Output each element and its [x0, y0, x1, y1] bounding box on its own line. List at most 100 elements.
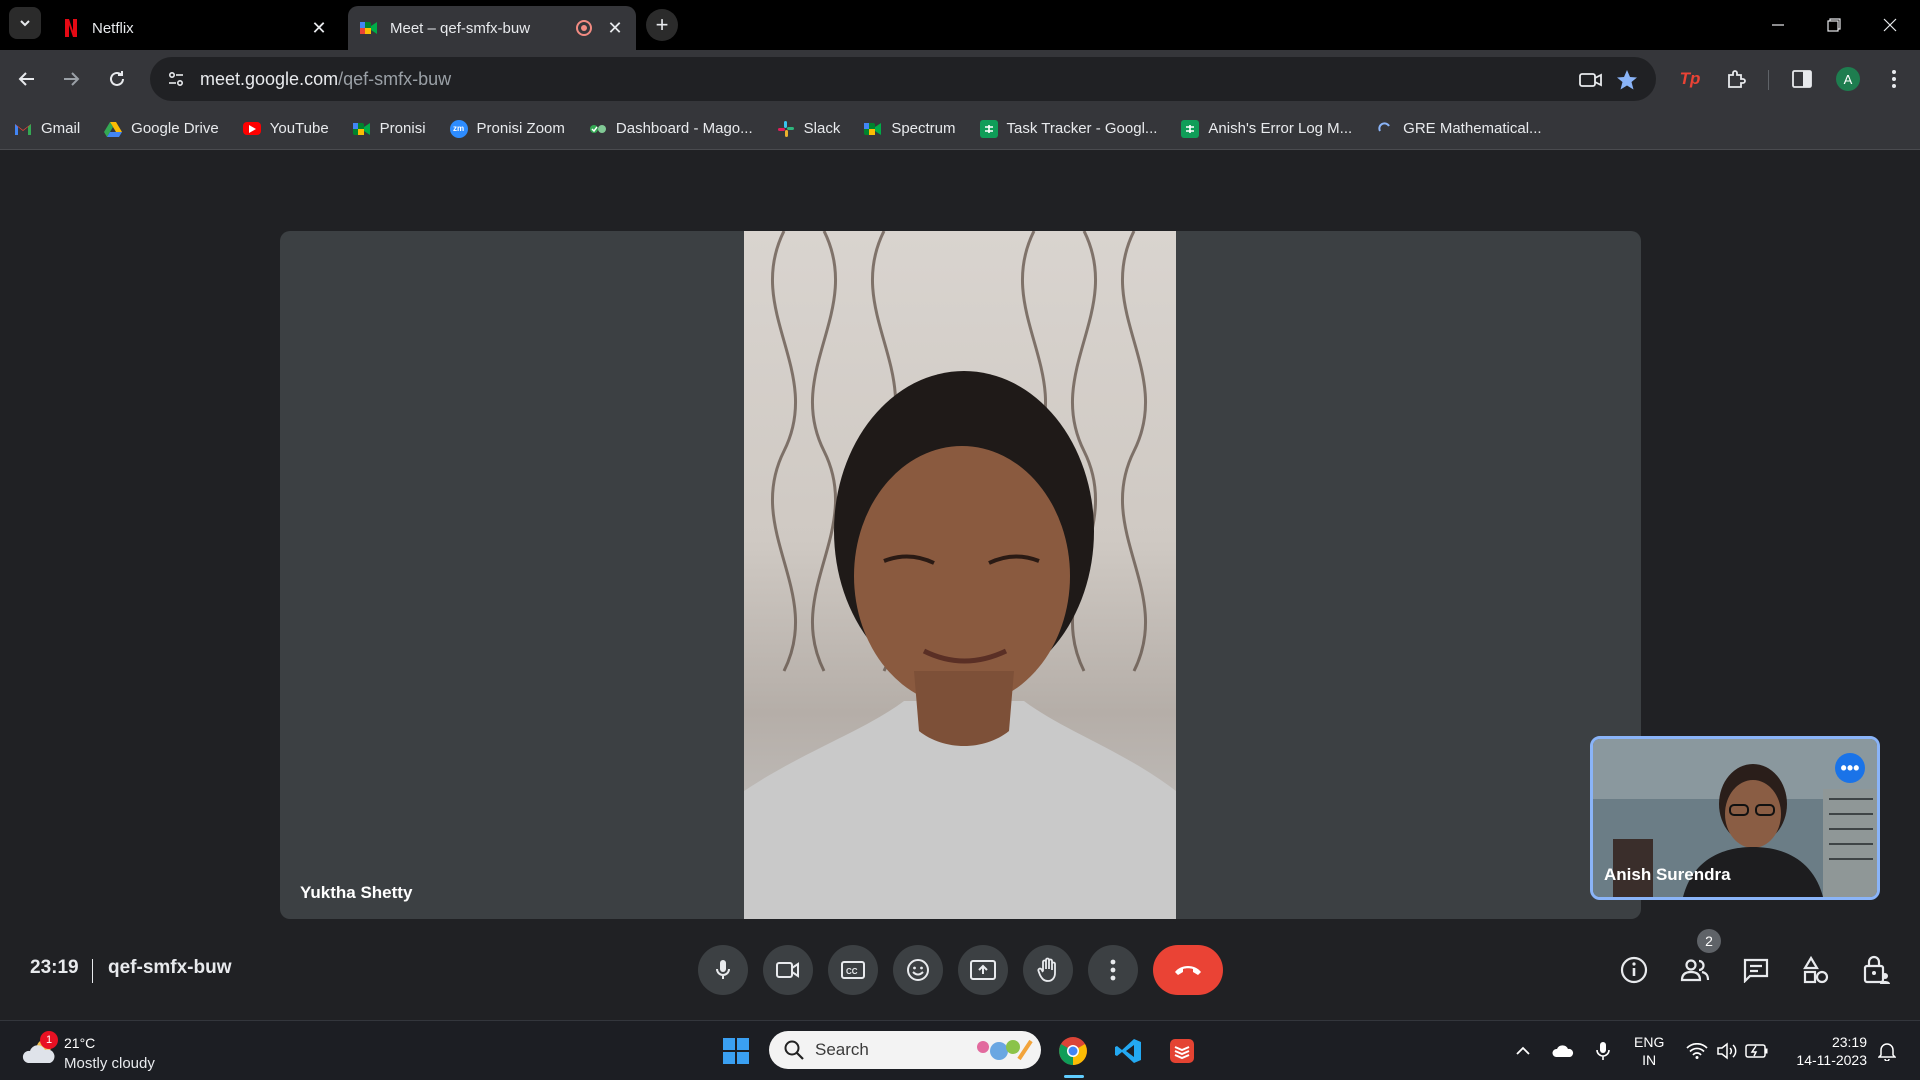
google-sheets-icon [979, 119, 998, 138]
system-clock[interactable]: 23:19 14-11-2023 [1785, 1033, 1867, 1069]
profile-initial: A [1836, 67, 1860, 91]
camera-in-use-icon[interactable] [1578, 67, 1604, 93]
activities-button[interactable] [1794, 948, 1838, 992]
extension-tp-icon[interactable]: Tp [1674, 63, 1706, 95]
search-label: Search [815, 1040, 869, 1059]
bookmark-pronisi[interactable]: Pronisi [352, 114, 436, 144]
close-window-button[interactable] [1862, 0, 1918, 50]
new-tab-button[interactable]: + [646, 9, 678, 41]
participant-tile-main[interactable]: Yuktha Shetty [280, 231, 1641, 919]
bookmark-label: Spectrum [891, 120, 956, 137]
bookmark-spectrum[interactable]: Spectrum [864, 114, 965, 144]
tab-meet[interactable]: Meet – qef-smfx-buw ✕ [348, 6, 636, 50]
show-hidden-icons-button[interactable] [1508, 1033, 1538, 1069]
bookmark-label: Pronisi Zoom [476, 120, 565, 137]
speaker-icon [1717, 1042, 1737, 1060]
extensions-puzzle-icon[interactable] [1720, 63, 1752, 95]
side-panel-icon[interactable] [1786, 63, 1818, 95]
back-button[interactable] [10, 62, 44, 96]
bookmark-gre[interactable]: GRE Mathematical... [1376, 114, 1551, 144]
bookmark-label: Dashboard - Mago... [615, 120, 753, 137]
recording-icon [576, 20, 592, 36]
tab-search-button[interactable] [9, 7, 41, 39]
network-button[interactable] [1682, 1033, 1712, 1069]
restore-button[interactable] [1806, 0, 1862, 50]
closed-captions-icon: CC [841, 961, 865, 979]
battery-button[interactable] [1742, 1033, 1772, 1069]
browser-toolbar: meet.google.com/qef-smfx-buw Tp A [0, 50, 1920, 108]
clock-date: 14-11-2023 [1796, 1052, 1867, 1068]
browser-menu-button[interactable] [1878, 63, 1910, 95]
microphone-in-use-button[interactable] [1588, 1033, 1618, 1069]
present-screen-button[interactable] [958, 945, 1008, 995]
hang-up-icon [1175, 966, 1201, 975]
search-icon [784, 1040, 804, 1060]
taskbar-search[interactable]: Search [769, 1031, 1041, 1069]
zoom-icon: zm [449, 119, 468, 138]
meet-page: Yuktha Shetty ••• Anish Surendra 23:19 q… [0, 151, 1920, 1020]
self-view-tile[interactable]: ••• Anish Surendra [1590, 736, 1880, 900]
forward-button[interactable] [54, 62, 88, 96]
more-options-button[interactable] [1088, 945, 1138, 995]
camera-button[interactable] [763, 945, 813, 995]
profile-avatar[interactable]: A [1832, 63, 1864, 95]
site-settings-icon[interactable] [154, 57, 198, 101]
bookmark-error-log[interactable]: Anish's Error Log M... [1181, 114, 1362, 144]
microphone-icon [716, 960, 730, 979]
bookmark-label: Pronisi [379, 120, 426, 137]
taskbar-vscode[interactable] [1108, 1031, 1148, 1071]
volume-button[interactable] [1712, 1033, 1742, 1069]
bookmark-gmail[interactable]: Gmail [14, 114, 90, 144]
start-button[interactable] [716, 1031, 756, 1071]
host-controls-button[interactable] [1854, 948, 1898, 992]
reload-button[interactable] [100, 62, 134, 96]
close-icon[interactable]: ✕ [606, 18, 624, 38]
raise-hand-button[interactable] [1023, 945, 1073, 995]
bookmark-task-tracker[interactable]: Task Tracker - Googl... [979, 114, 1168, 144]
onedrive-cloud-icon [1552, 1045, 1574, 1057]
google-meet-icon [864, 120, 882, 138]
captions-button[interactable]: CC [828, 945, 878, 995]
input-language-button[interactable]: ENG IN [1634, 1033, 1664, 1069]
close-icon [1883, 18, 1897, 32]
bookmark-google-drive[interactable]: Google Drive [104, 114, 229, 144]
bookmark-dashboard[interactable]: Dashboard - Mago... [589, 114, 763, 144]
chat-button[interactable] [1734, 948, 1778, 992]
google-meet-icon [352, 120, 371, 138]
tab-netflix[interactable]: Netflix ✕ [50, 6, 340, 50]
taskbar-todoist[interactable] [1162, 1031, 1202, 1071]
taskbar-chrome[interactable] [1053, 1031, 1093, 1071]
bookmark-youtube[interactable]: YouTube [242, 114, 339, 144]
self-view-more-button[interactable]: ••• [1835, 753, 1865, 783]
address-bar[interactable]: meet.google.com/qef-smfx-buw [150, 57, 1656, 101]
bookmark-star-icon[interactable] [1614, 67, 1640, 93]
close-icon[interactable]: ✕ [310, 18, 328, 38]
tab-title: Meet – qef-smfx-buw [390, 19, 531, 37]
microphone-button[interactable] [698, 945, 748, 995]
raise-hand-icon [1037, 957, 1056, 982]
minimize-button[interactable] [1750, 0, 1806, 50]
bell-icon [1878, 1043, 1896, 1061]
weather-widget[interactable]: 1 21°C Mostly cloudy [22, 1031, 202, 1073]
people-button[interactable] [1673, 948, 1717, 992]
windows-logo-icon [723, 1038, 749, 1064]
search-highlight-icon [977, 1039, 1033, 1061]
meeting-clock: 23:19 [30, 957, 79, 978]
svg-text:CC: CC [846, 967, 858, 976]
gmail-icon [14, 120, 32, 138]
google-meet-icon [360, 19, 378, 37]
info-icon [1620, 956, 1648, 984]
plus-icon: + [655, 12, 669, 37]
meeting-details-button[interactable] [1612, 948, 1656, 992]
bookmark-label: GRE Mathematical... [1403, 120, 1542, 137]
active-app-indicator [1064, 1075, 1084, 1078]
bookmark-slack[interactable]: Slack [777, 114, 851, 144]
bookmark-pronisi-zoom[interactable]: zm Pronisi Zoom [449, 114, 575, 144]
notifications-button[interactable] [1872, 1033, 1902, 1069]
lock-person-icon [1863, 955, 1890, 984]
onedrive-button[interactable] [1548, 1033, 1578, 1069]
reactions-button[interactable] [893, 945, 943, 995]
google-sheets-icon [1181, 119, 1200, 138]
youtube-icon [242, 122, 261, 135]
leave-call-button[interactable] [1153, 945, 1223, 995]
